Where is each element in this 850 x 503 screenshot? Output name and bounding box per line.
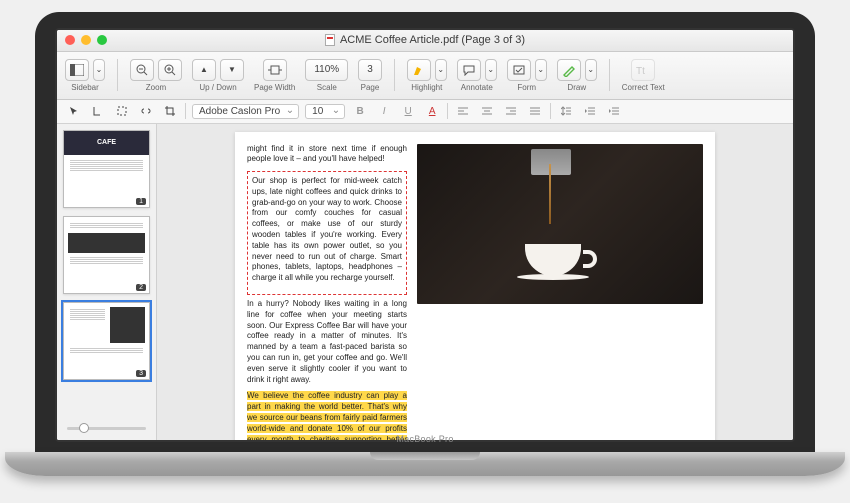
body-text[interactable]: Our shop is perfect for mid-week catch u… [252, 176, 402, 284]
form-button[interactable] [507, 59, 531, 81]
document-canvas[interactable]: might find it in store next time if enou… [157, 124, 793, 440]
font-color-button[interactable]: A [423, 102, 441, 120]
coffee-cup-icon [525, 239, 595, 284]
page-thumbnail-3[interactable]: 3 [63, 302, 150, 380]
correct-text-label: Correct Text [622, 83, 665, 92]
page-up-button[interactable]: ▲ [192, 59, 216, 81]
form-dropdown[interactable]: ⌄ [535, 59, 547, 81]
form-label: Form [517, 83, 536, 92]
align-justify-button[interactable] [526, 102, 544, 120]
underline-button[interactable]: U [399, 102, 417, 120]
document-icon [325, 34, 335, 46]
crop-tool-button[interactable] [161, 102, 179, 120]
link-tool-button[interactable] [137, 102, 155, 120]
align-right-button[interactable] [502, 102, 520, 120]
scale-label: Scale [317, 83, 337, 92]
format-toolbar: Adobe Caslon Pro 10 B I U A [57, 100, 793, 124]
sidebar-mode-dropdown[interactable]: ⌄ [93, 59, 105, 81]
zoom-in-button[interactable] [158, 59, 182, 81]
highlight-button[interactable] [407, 59, 431, 81]
workspace: CAFE 1 2 3 [57, 124, 793, 440]
laptop-base: MacBook Pro [5, 452, 845, 476]
increase-indent-button[interactable] [605, 102, 623, 120]
sidebar-toggle-button[interactable] [65, 59, 89, 81]
annotate-dropdown[interactable]: ⌄ [485, 59, 497, 81]
page-field[interactable]: 3 [358, 59, 382, 81]
pdf-editor-window: ACME Coffee Article.pdf (Page 3 of 3) ⌄ … [57, 30, 793, 440]
page-label: Page [361, 83, 380, 92]
main-toolbar: ⌄ Sidebar Zoom ▲ [57, 52, 793, 100]
page-down-button[interactable]: ▼ [220, 59, 244, 81]
page-width-button[interactable] [263, 59, 287, 81]
page-content: might find it in store next time if enou… [235, 132, 715, 440]
page-thumbnail-2[interactable]: 2 [63, 216, 150, 294]
highlight-dropdown[interactable]: ⌄ [435, 59, 447, 81]
page-number-badge: 3 [136, 370, 146, 377]
zoom-out-button[interactable] [130, 59, 154, 81]
draw-dropdown[interactable]: ⌄ [585, 59, 597, 81]
sidebar-label: Sidebar [71, 83, 99, 92]
text-select-tool-button[interactable] [89, 102, 107, 120]
cafe-sign-icon: CAFE [64, 131, 149, 155]
red-dashed-annotation[interactable]: Our shop is perfect for mid-week catch u… [247, 171, 407, 295]
thumbnail-zoom-slider[interactable] [63, 423, 150, 434]
font-family-select[interactable]: Adobe Caslon Pro [192, 104, 299, 119]
scale-field[interactable]: 110% [305, 59, 348, 81]
highlight-label: Highlight [411, 83, 442, 92]
align-center-button[interactable] [478, 102, 496, 120]
window-title: ACME Coffee Article.pdf (Page 3 of 3) [340, 34, 525, 46]
body-text[interactable]: In a hurry? Nobody likes waiting in a lo… [247, 299, 407, 385]
decrease-indent-button[interactable] [581, 102, 599, 120]
marquee-tool-button[interactable] [113, 102, 131, 120]
macbook-label: MacBook Pro [396, 434, 453, 444]
page-number-badge: 1 [136, 198, 146, 205]
draw-label: Draw [567, 83, 586, 92]
image-thumbnail-icon [110, 307, 145, 343]
titlebar: ACME Coffee Article.pdf (Page 3 of 3) [57, 30, 793, 52]
select-tool-button[interactable] [65, 102, 83, 120]
annotate-button[interactable] [457, 59, 481, 81]
window-controls [65, 35, 107, 45]
portafilter-icon [531, 149, 571, 175]
close-icon[interactable] [65, 35, 75, 45]
page-width-label: Page Width [254, 83, 295, 92]
image-thumbnail-icon [68, 233, 145, 253]
body-text[interactable]: might find it in store next time if enou… [247, 144, 407, 166]
align-left-button[interactable] [454, 102, 472, 120]
bold-button[interactable]: B [351, 102, 369, 120]
page-number-badge: 2 [136, 284, 146, 291]
annotate-label: Annotate [461, 83, 493, 92]
minimize-icon[interactable] [81, 35, 91, 45]
thumbnails-sidebar: CAFE 1 2 3 [57, 124, 157, 440]
italic-button[interactable]: I [375, 102, 393, 120]
highlighted-text[interactable]: We believe the coffee industry can play … [247, 391, 407, 439]
svg-text:Tt: Tt [636, 66, 645, 76]
line-spacing-button[interactable] [557, 102, 575, 120]
font-size-select[interactable]: 10 [305, 104, 345, 119]
zoom-label: Zoom [146, 83, 166, 92]
espresso-photo[interactable] [417, 144, 703, 304]
page-thumbnail-1[interactable]: CAFE 1 [63, 130, 150, 208]
updown-label: Up / Down [199, 83, 236, 92]
correct-text-button[interactable]: Tt [631, 59, 655, 81]
draw-button[interactable] [557, 59, 581, 81]
zoom-window-icon[interactable] [97, 35, 107, 45]
espresso-stream-icon [549, 164, 551, 224]
